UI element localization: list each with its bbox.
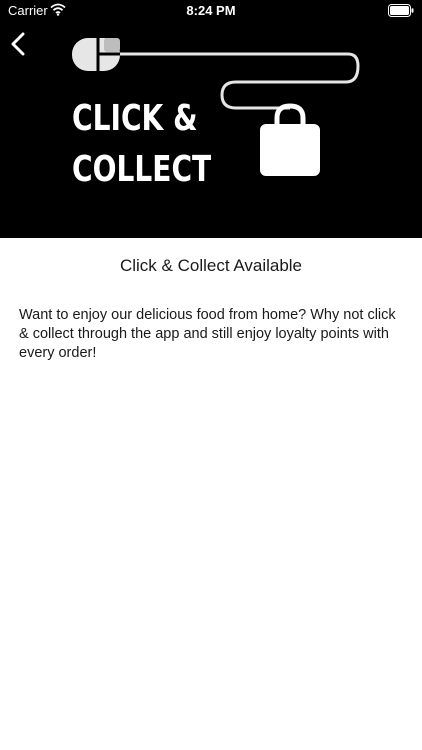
battery-icon	[388, 4, 414, 17]
chevron-left-icon	[11, 32, 25, 56]
hero-title-line-2: COLLECT	[72, 149, 212, 190]
status-bar: Carrier 8:24 PM	[0, 0, 422, 24]
page-title: Click & Collect Available	[119, 256, 303, 275]
hero-banner: CLICK & COLLECT	[0, 0, 422, 238]
computer-mouse-icon	[72, 38, 120, 71]
click-collect-screen: CLICK & COLLECT Carrier 8:24 PM Click & …	[0, 0, 422, 750]
description-text: Want to enjoy our delicious food from ho…	[19, 307, 396, 361]
shopping-bag-icon	[260, 103, 320, 176]
status-time: 8:24 PM	[186, 3, 236, 18]
back-button[interactable]	[4, 28, 32, 60]
hero-illustration	[72, 38, 360, 176]
hero-title-line-1: CLICK &	[72, 98, 198, 139]
